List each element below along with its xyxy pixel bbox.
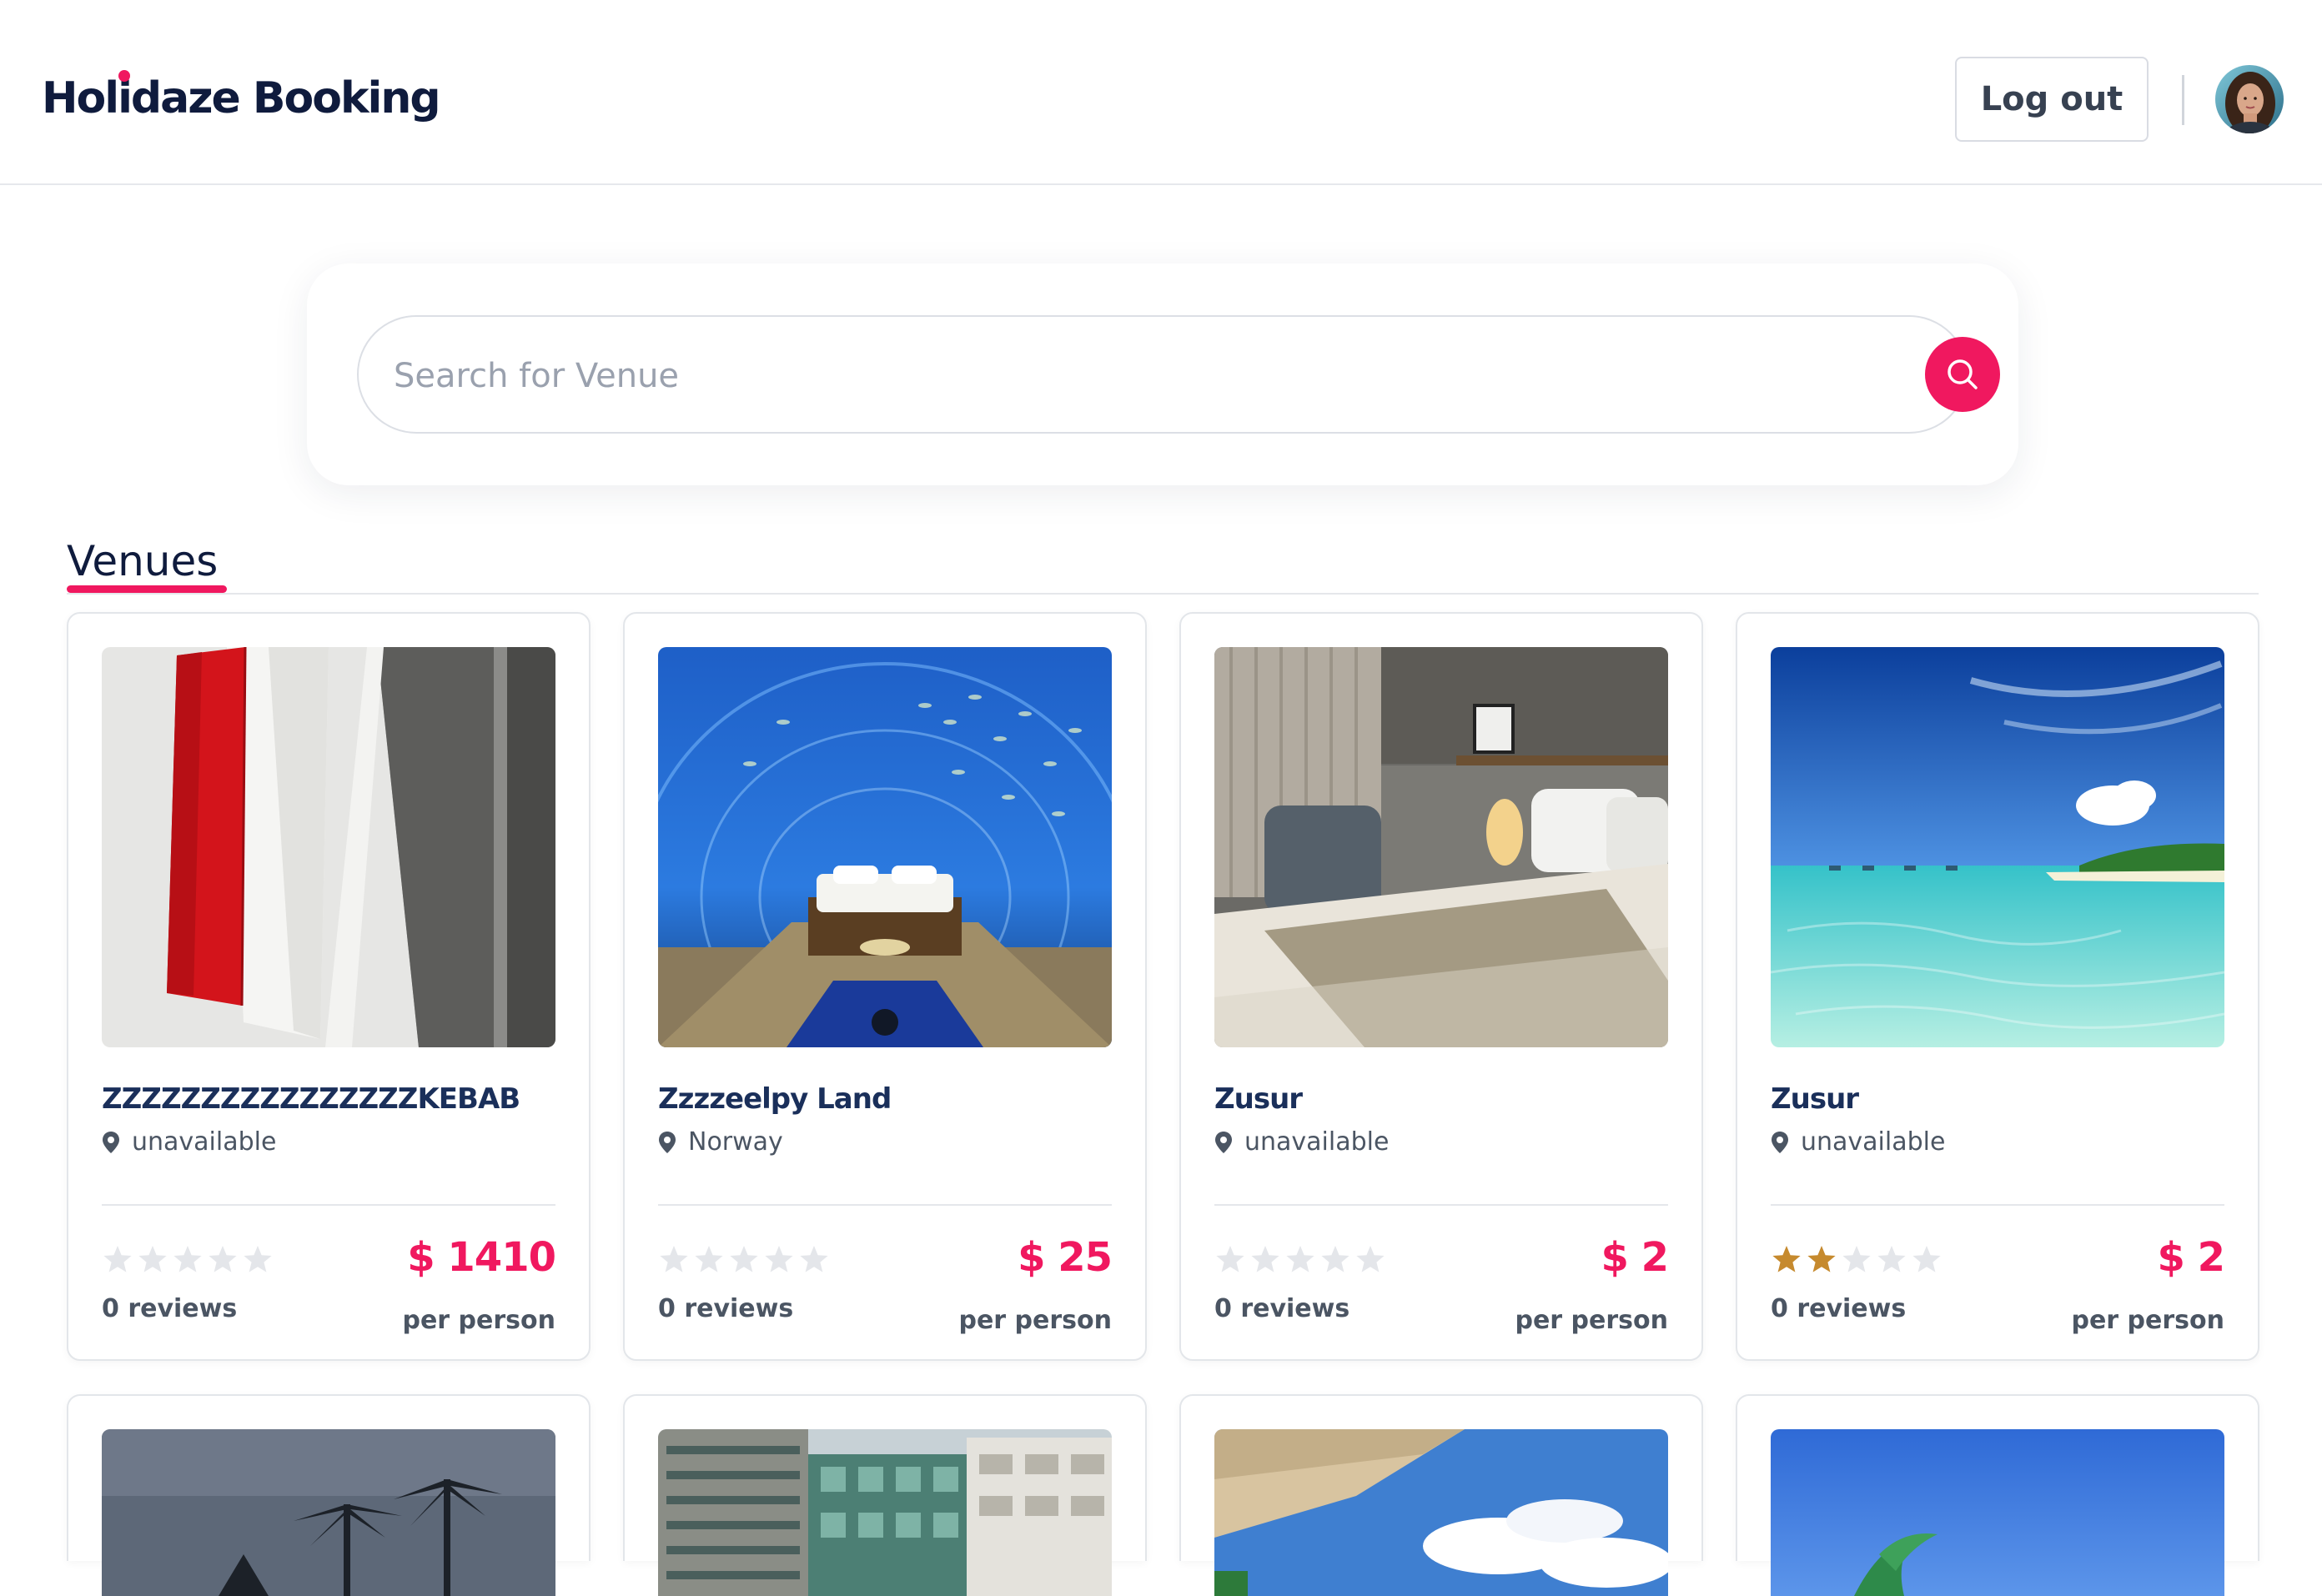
card-divider — [1771, 1204, 2224, 1206]
venue-card[interactable] — [67, 1394, 591, 1596]
venue-location-text: Norway — [688, 1127, 783, 1157]
brand-logo[interactable]: Holi daze Booking — [42, 70, 441, 123]
star-empty-icon — [1912, 1246, 1941, 1272]
star-empty-icon — [138, 1246, 167, 1272]
venue-image[interactable] — [658, 647, 1112, 1047]
venue-photo-hotel — [658, 1429, 1112, 1596]
venues-heading: Venues — [67, 537, 219, 585]
search-box[interactable] — [357, 315, 2000, 434]
venue-card[interactable]: Zusur unavailable 0 reviews $ 2 per pers… — [1179, 612, 1703, 1361]
star-empty-icon — [1286, 1246, 1314, 1272]
venue-card[interactable]: ZZZZZZZZZZZZZZZZKEBAB unavailable 0 revi… — [67, 612, 591, 1361]
venue-image[interactable] — [1771, 647, 2224, 1047]
venue-image[interactable] — [658, 1429, 1112, 1596]
venue-image[interactable] — [1214, 647, 1668, 1047]
star-empty-icon — [173, 1246, 202, 1272]
header-divider — [2182, 75, 2184, 125]
brand-text-i: i — [118, 70, 133, 123]
star-empty-icon — [209, 1246, 237, 1272]
rating-stars — [658, 1244, 830, 1274]
venue-card[interactable] — [1736, 1394, 2259, 1596]
star-empty-icon — [1842, 1246, 1871, 1272]
price-unit: per person — [958, 1306, 1112, 1335]
venue-card[interactable] — [1179, 1394, 1703, 1596]
venue-name[interactable]: Zusur — [1771, 1082, 2224, 1116]
map-pin-icon — [103, 1131, 119, 1153]
brand-text-end: daze Booking — [130, 73, 441, 123]
star-empty-icon — [800, 1246, 828, 1272]
search-panel — [307, 263, 2018, 485]
search-input[interactable] — [392, 344, 1813, 409]
venue-photo-tropical — [1771, 1429, 2224, 1596]
user-avatar[interactable] — [2215, 65, 2284, 133]
venue-location: unavailable — [102, 1127, 276, 1157]
search-button[interactable] — [1925, 337, 2000, 412]
brand-text-start: Hol — [42, 73, 119, 123]
star-empty-icon — [103, 1246, 132, 1272]
venue-location-text: unavailable — [1244, 1127, 1390, 1157]
venue-price: $ 2 — [2157, 1234, 2225, 1281]
venue-name[interactable]: Zzzzeelpy Land — [658, 1082, 1112, 1116]
venue-location: unavailable — [1214, 1127, 1389, 1157]
map-pin-icon — [1215, 1131, 1232, 1153]
venue-card[interactable]: Zusur unavailable 0 reviews $ 2 per pers… — [1736, 612, 2259, 1361]
card-divider — [1214, 1204, 1668, 1206]
venue-card[interactable] — [623, 1394, 1147, 1596]
venue-photo-flag — [102, 647, 555, 1047]
review-count: 0 reviews — [1771, 1294, 1907, 1323]
star-empty-icon — [1216, 1246, 1244, 1272]
star-empty-icon — [1356, 1246, 1385, 1272]
venue-price: $ 2 — [1601, 1234, 1669, 1281]
price-unit: per person — [2071, 1306, 2224, 1335]
star-filled-icon — [1772, 1246, 1801, 1272]
venue-card[interactable]: Zzzzeelpy Land Norway 0 reviews $ 25 per… — [623, 612, 1147, 1361]
star-empty-icon — [730, 1246, 758, 1272]
rating-stars — [102, 1244, 274, 1274]
venue-name[interactable]: Zusur — [1214, 1082, 1668, 1116]
rating-stars — [1771, 1244, 1943, 1274]
top-nav: Holi daze Booking Log out — [0, 0, 2322, 185]
venue-location-text: unavailable — [132, 1127, 277, 1157]
review-count: 0 reviews — [1214, 1294, 1350, 1323]
rating-stars — [1214, 1244, 1386, 1274]
section-divider — [67, 593, 2259, 595]
star-filled-icon — [1807, 1246, 1836, 1272]
card-divider — [102, 1204, 555, 1206]
star-empty-icon — [765, 1246, 793, 1272]
search-icon — [1948, 359, 1978, 389]
venue-image[interactable] — [102, 1429, 555, 1596]
logout-button[interactable]: Log out — [1955, 57, 2149, 142]
venue-price: $ 1410 — [407, 1234, 556, 1281]
venue-price: $ 25 — [1018, 1234, 1113, 1281]
star-empty-icon — [1321, 1246, 1349, 1272]
star-empty-icon — [244, 1246, 272, 1272]
price-unit: per person — [402, 1306, 555, 1335]
venue-name[interactable]: ZZZZZZZZZZZZZZZZKEBAB — [102, 1082, 555, 1116]
map-pin-icon — [659, 1131, 676, 1153]
price-unit: per person — [1515, 1306, 1668, 1335]
star-empty-icon — [1877, 1246, 1906, 1272]
venue-photo-beach — [1771, 647, 2224, 1047]
venue-location-text: unavailable — [1801, 1127, 1946, 1157]
venue-location: Norway — [658, 1127, 783, 1157]
card-divider — [658, 1204, 1112, 1206]
avatar-image — [2215, 65, 2284, 133]
heading-underline — [67, 585, 227, 593]
venue-photo-underwater — [658, 647, 1112, 1047]
venue-location: unavailable — [1771, 1127, 1945, 1157]
star-empty-icon — [1251, 1246, 1279, 1272]
venue-image[interactable] — [1771, 1429, 2224, 1596]
star-empty-icon — [660, 1246, 688, 1272]
review-count: 0 reviews — [658, 1294, 794, 1323]
venue-image[interactable] — [102, 647, 555, 1047]
star-empty-icon — [695, 1246, 723, 1272]
map-pin-icon — [1772, 1131, 1788, 1153]
venue-photo-umbrella — [1214, 1429, 1668, 1596]
venue-photo-palms — [102, 1429, 555, 1596]
venue-photo-bedroom — [1214, 647, 1668, 1047]
venue-image[interactable] — [1214, 1429, 1668, 1596]
brand-dot-icon — [118, 70, 130, 82]
review-count: 0 reviews — [102, 1294, 238, 1323]
